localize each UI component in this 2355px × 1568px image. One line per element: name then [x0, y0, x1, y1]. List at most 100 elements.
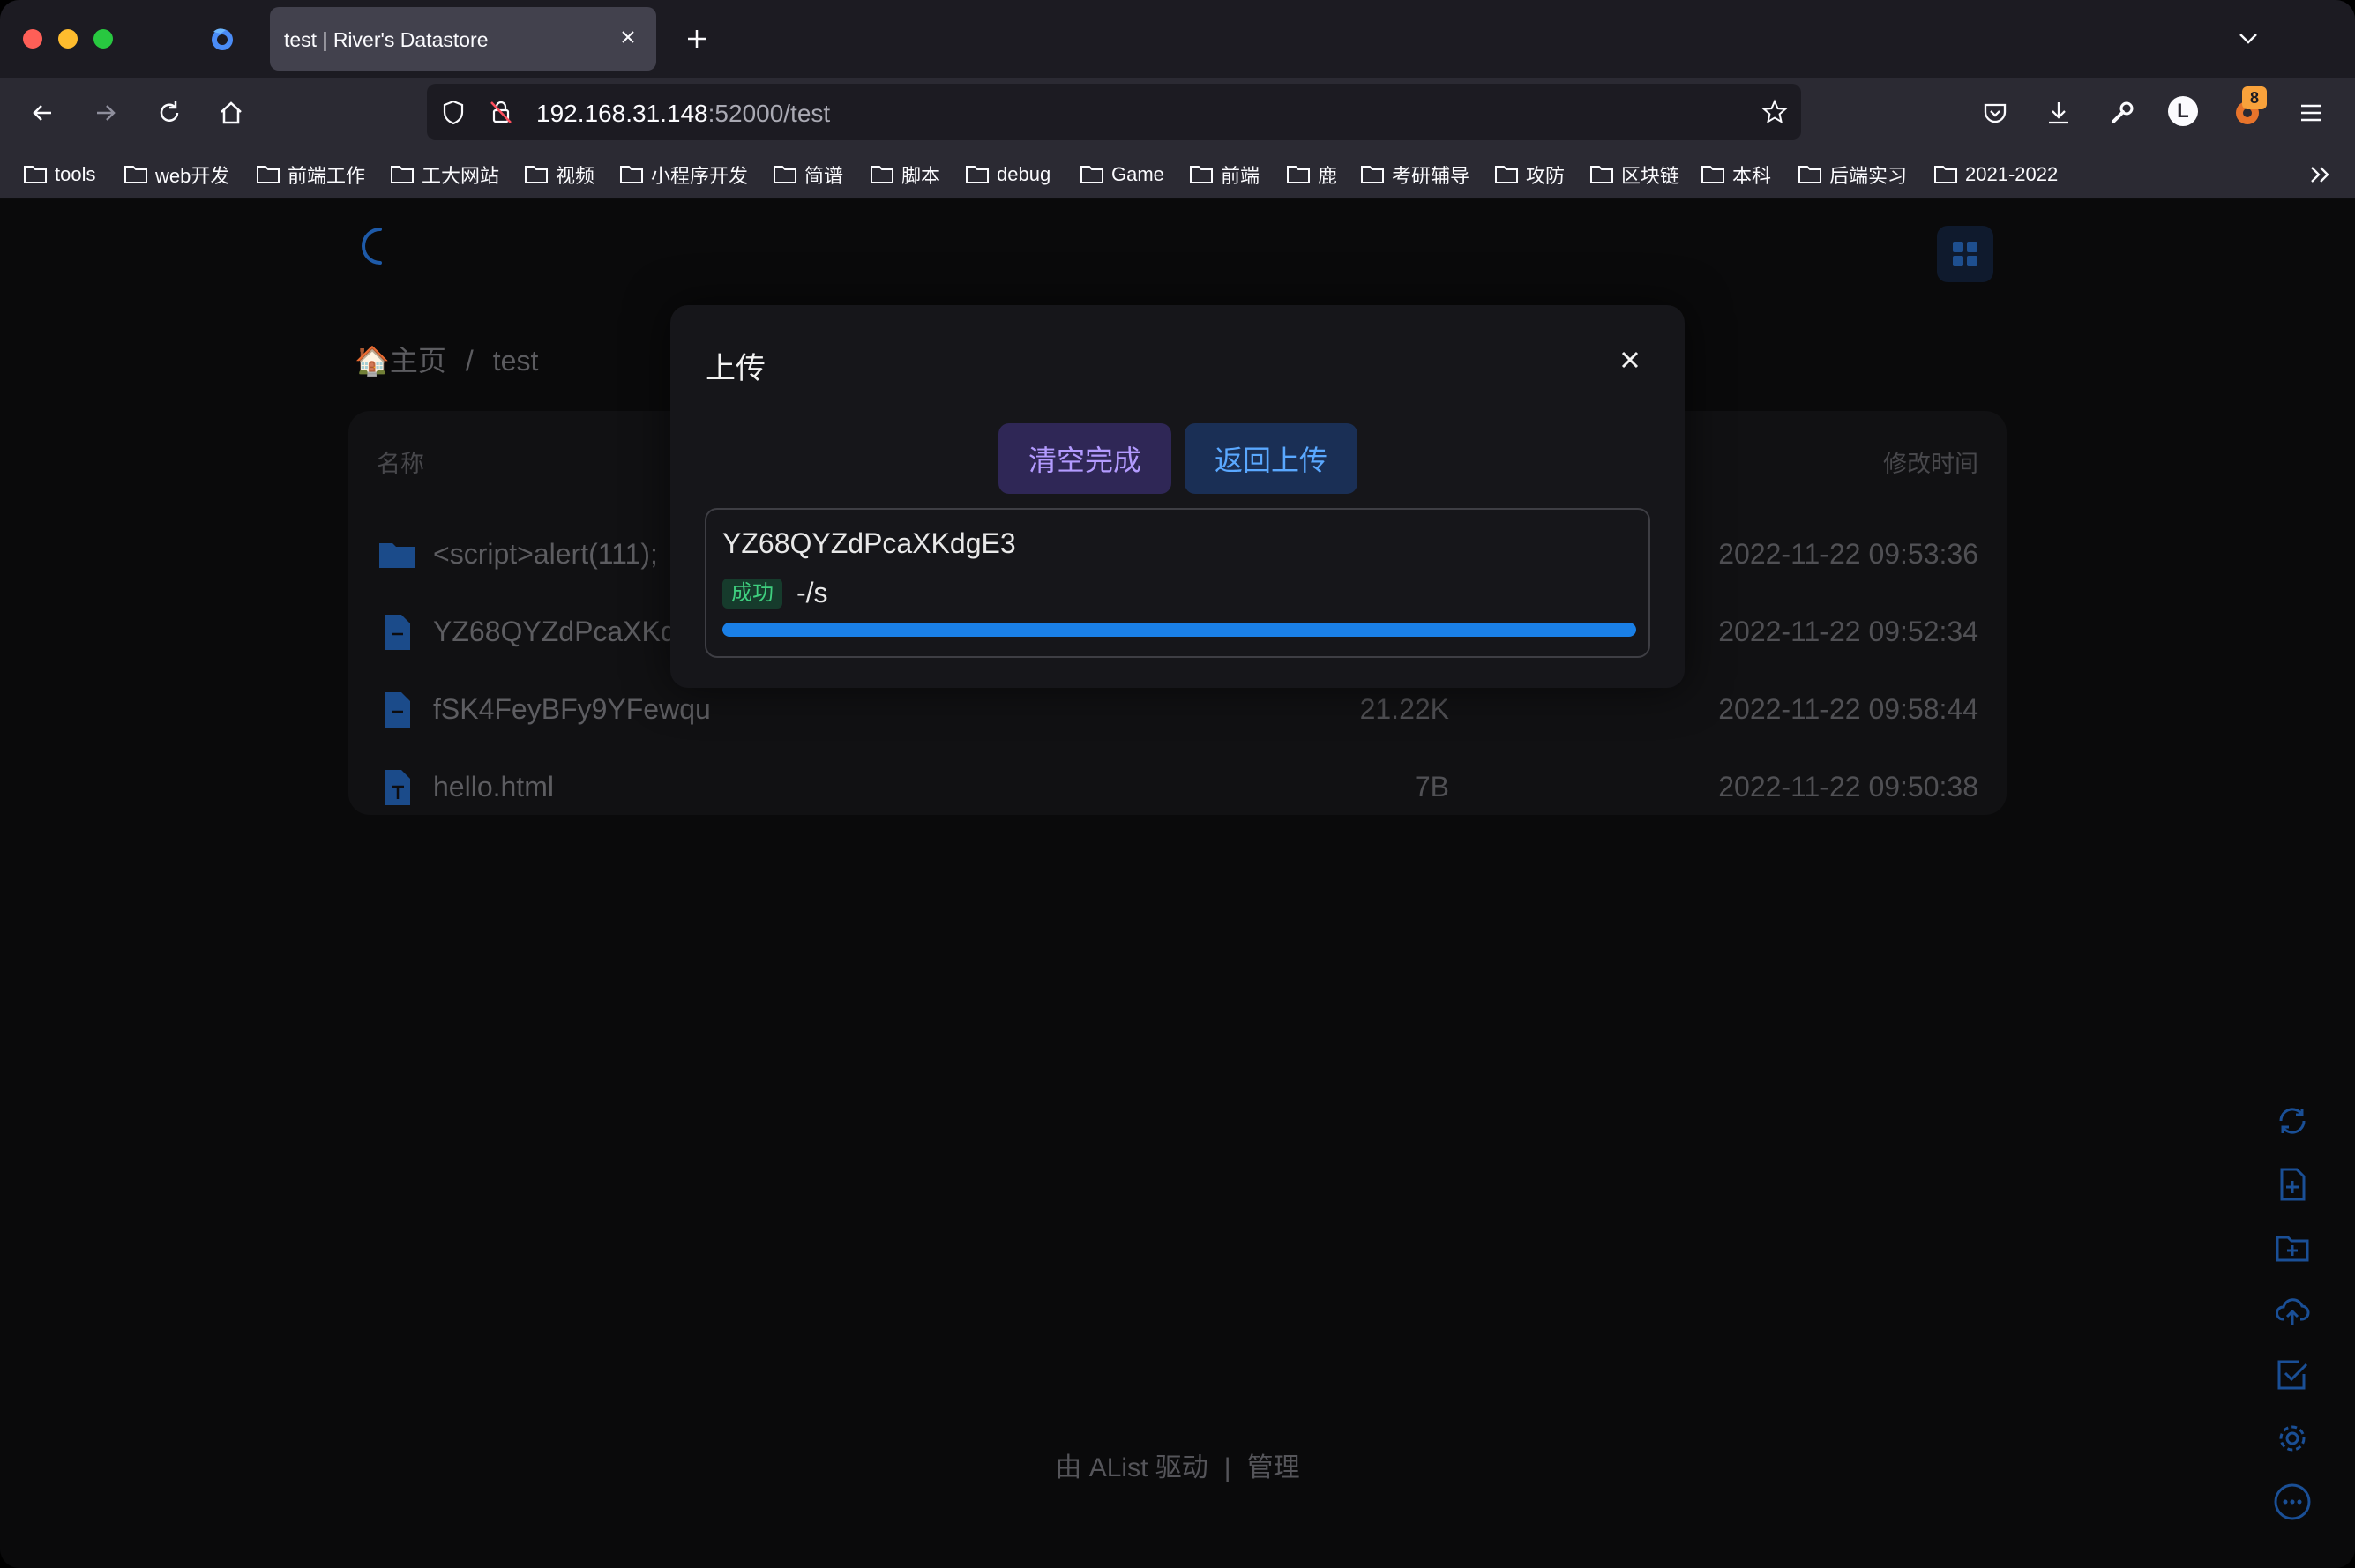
clear-completed-button[interactable]: 清空完成 [998, 423, 1171, 494]
more-dots-icon [2274, 1483, 2311, 1520]
firefox-view-icon[interactable] [208, 25, 236, 53]
bookmark-folder[interactable]: 鹿 [1286, 161, 1337, 189]
progress-fill [722, 623, 1636, 637]
bookmark-folder[interactable]: debug [965, 161, 1050, 189]
checkbox-icon [2277, 1360, 2308, 1390]
bookmark-folder[interactable]: 考研辅导 [1360, 161, 1469, 189]
url-bar[interactable]: 192.168.31.148:52000/test [427, 84, 1801, 140]
downloads-button[interactable] [2041, 95, 2076, 131]
bookmark-folder[interactable]: web开发 [123, 161, 229, 189]
footer-powered-link[interactable]: 由 AList 驱动 [1055, 1453, 1207, 1482]
bookmark-folder[interactable]: 攻防 [1494, 161, 1565, 189]
download-icon [2049, 102, 2068, 124]
bookmark-label: 前端 [1221, 165, 1260, 187]
bookmark-label: 2021-2022 [1965, 163, 2059, 185]
bookmarks-toolbar: tools web开发 前端工作 工大网站 视频 小程序开发 简谱 脚本 debug Game 前端… [0, 150, 2355, 199]
chevron-double-right-icon[interactable] [2306, 161, 2334, 189]
bookmark-label: 简谱 [804, 165, 844, 187]
insecure-lock-icon[interactable] [487, 98, 515, 126]
more-button[interactable] [2270, 1480, 2314, 1524]
bookmark-folder[interactable]: 2021-2022 [1933, 161, 2058, 189]
folder-icon [1701, 166, 1724, 183]
folder-icon [24, 166, 47, 183]
select-button[interactable] [2270, 1353, 2314, 1397]
hamburger-menu-icon [2301, 104, 2321, 122]
footer-manage-link[interactable]: 管理 [1247, 1453, 1300, 1482]
url-text[interactable]: 192.168.31.148:52000/test [536, 100, 830, 128]
bookmark-label: Game [1111, 163, 1164, 185]
bookmark-folder[interactable]: 本科 [1701, 161, 1771, 189]
folder-icon [1495, 166, 1518, 183]
breadcrumb-home[interactable]: 🏠主页 [355, 345, 446, 377]
folder-icon [1798, 166, 1821, 183]
bookmark-folder[interactable]: tools [23, 161, 95, 189]
zoom-window-button[interactable] [93, 29, 113, 49]
new-folder-button[interactable] [2270, 1226, 2314, 1270]
shield-icon[interactable] [439, 98, 467, 126]
column-name-header[interactable]: 名称 [377, 444, 424, 479]
bookmark-folder[interactable]: 脚本 [870, 161, 940, 189]
bookmark-folder[interactable]: 区块链 [1589, 161, 1679, 189]
bookmark-folder[interactable]: Game [1080, 161, 1164, 189]
breadcrumb-separator: / [465, 345, 474, 377]
bookmark-folder[interactable]: 视频 [524, 161, 594, 189]
url-path: :52000/test [707, 100, 831, 127]
bookmark-folder[interactable]: 小程序开发 [619, 161, 748, 189]
footer-separator: | [1223, 1453, 1231, 1482]
tools-button[interactable] [2105, 95, 2140, 131]
menu-button[interactable] [2293, 95, 2329, 131]
forward-button[interactable] [88, 95, 123, 131]
upload-speed: -/s [796, 577, 828, 609]
bookmark-label: web开发 [155, 165, 230, 187]
account-avatar[interactable]: L [2168, 96, 2198, 126]
upload-dialog: 上传 清空完成 返回上传 YZ68QYZdPcaXKdgE3 成功 -/s [670, 305, 1685, 688]
new-file-button[interactable] [2270, 1162, 2314, 1206]
text-file-icon [385, 770, 410, 805]
bookmark-label: 后端实习 [1829, 165, 1908, 187]
new-tab-icon[interactable] [683, 25, 711, 53]
loading-spinner-icon [362, 228, 382, 265]
bookmark-label: 工大网站 [422, 165, 500, 187]
folder-icon [966, 166, 989, 183]
extension-badge: 8 [2242, 86, 2267, 109]
layout-toggle-button[interactable] [1937, 226, 1993, 282]
tab-active[interactable]: test | River's Datastore [270, 7, 656, 71]
folder-icon [871, 166, 893, 183]
bookmark-folder[interactable]: 简谱 [773, 161, 843, 189]
bookmark-label: 考研辅导 [1392, 165, 1470, 187]
close-window-button[interactable] [23, 29, 42, 49]
refresh-button[interactable] [2270, 1099, 2314, 1143]
home-button[interactable] [213, 95, 249, 131]
back-button[interactable] [25, 95, 60, 131]
file-modified: 2022-11-22 09:52:34 [1718, 616, 1978, 647]
folder-icon [1361, 166, 1384, 183]
upload-button[interactable] [2270, 1289, 2314, 1333]
back-to-upload-button[interactable]: 返回上传 [1185, 423, 1357, 494]
bookmark-label: 前端工作 [288, 165, 366, 187]
tab-strip: test | River's Datastore [0, 0, 2355, 78]
footer: 由 AList 驱动 | 管理 [0, 1445, 2355, 1484]
column-modified-header[interactable]: 修改时间 [1883, 444, 1978, 479]
tab-title: test | River's Datastore [284, 28, 489, 51]
bookmark-folder[interactable]: 前端 [1189, 161, 1260, 189]
bookmark-folder[interactable]: 后端实习 [1798, 161, 1907, 189]
breadcrumb-current[interactable]: test [493, 345, 539, 377]
bookmark-label: 本科 [1732, 165, 1772, 187]
close-icon[interactable] [1618, 347, 1642, 372]
folder-icon [525, 166, 548, 183]
chevron-down-icon[interactable] [2237, 26, 2260, 49]
pocket-icon [1984, 103, 2007, 123]
file-modified: 2022-11-22 09:50:38 [1718, 771, 1978, 803]
settings-button[interactable] [2270, 1416, 2314, 1460]
folder-icon [391, 166, 414, 183]
folder-icon [774, 166, 796, 183]
table-row[interactable]: hello.html 7B 2022-11-22 09:50:38 [348, 750, 2007, 827]
pocket-button[interactable] [1977, 95, 2013, 131]
minimize-window-button[interactable] [58, 29, 78, 49]
bookmark-folder[interactable]: 工大网站 [390, 161, 499, 189]
bookmark-folder[interactable]: 前端工作 [256, 161, 365, 189]
star-icon[interactable] [1761, 98, 1789, 126]
tab-close-icon[interactable] [616, 25, 640, 49]
folder-plus-icon [2276, 1236, 2309, 1262]
reload-button[interactable] [152, 95, 187, 131]
